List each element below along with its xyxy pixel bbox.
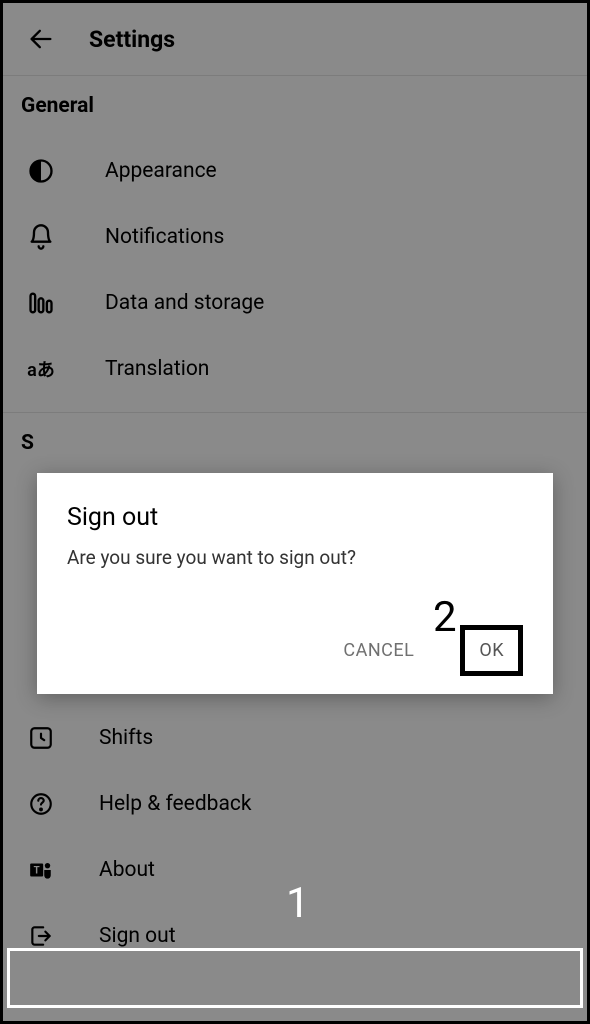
sign-out-dialog: Sign out Are you sure you want to sign o… xyxy=(37,473,553,694)
dialog-message: Are you sure you want to sign out? xyxy=(67,546,523,569)
app-frame: Settings General Appearance Notification… xyxy=(3,3,587,1021)
dialog-actions: CANCEL OK xyxy=(67,625,523,676)
cancel-button[interactable]: CANCEL xyxy=(333,628,424,673)
ok-button[interactable]: OK xyxy=(460,625,523,676)
dialog-title: Sign out xyxy=(67,503,523,532)
